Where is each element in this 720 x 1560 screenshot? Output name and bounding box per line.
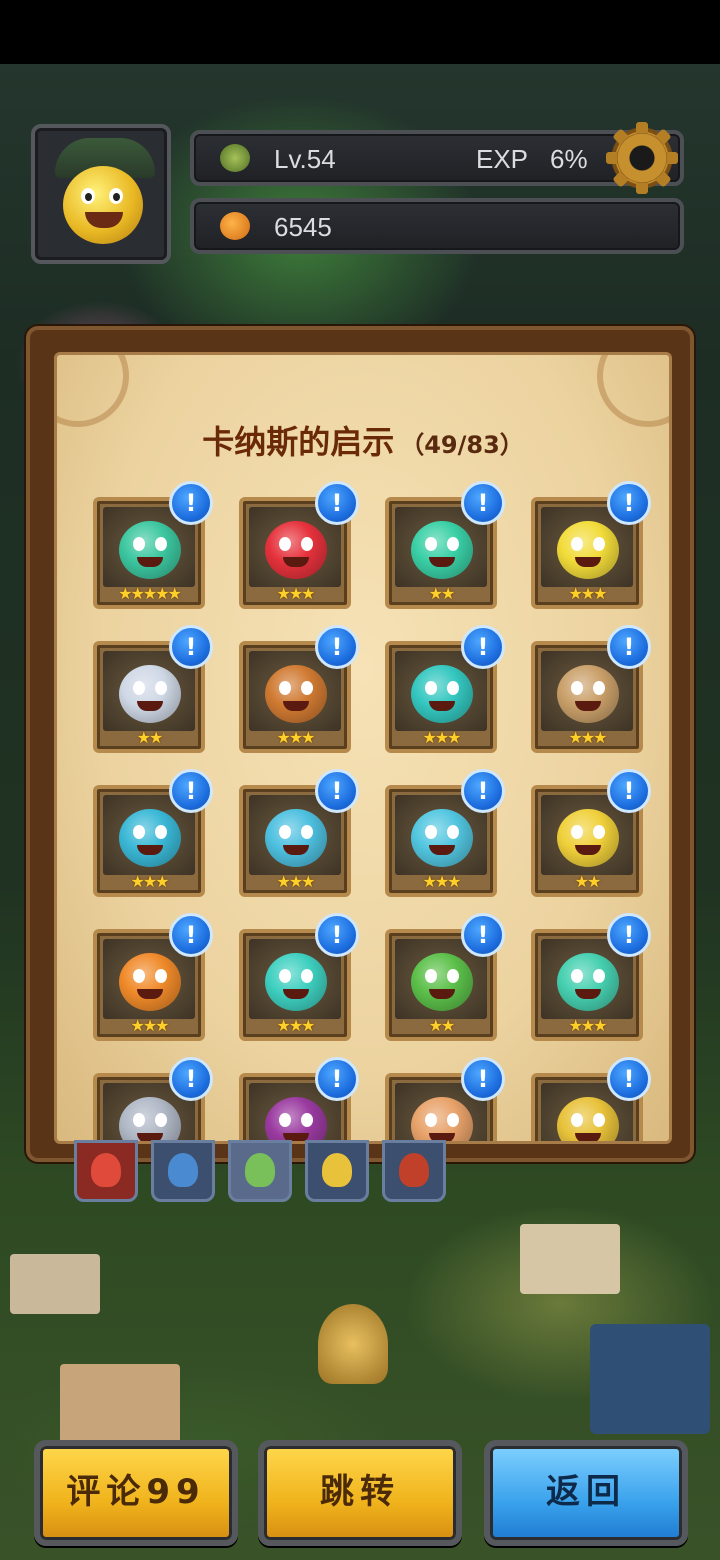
red-monster-tab-icon: [399, 1153, 429, 1187]
monster-portrait: [411, 953, 473, 1011]
mixed-monsters-tab-icon: [91, 1153, 121, 1187]
new-info-badge-icon[interactable]: !: [315, 1057, 359, 1101]
monster-portrait: [119, 521, 181, 579]
new-info-badge-icon[interactable]: !: [315, 769, 359, 813]
star-rating: ★★★: [276, 1016, 315, 1035]
level-leaf-icon: [220, 144, 250, 172]
new-info-badge-icon[interactable]: !: [169, 913, 213, 957]
exp-value: 6%: [550, 144, 588, 174]
new-info-badge-icon[interactable]: !: [169, 1057, 213, 1101]
new-info-badge-icon[interactable]: !: [169, 769, 213, 813]
monster-portrait: [265, 521, 327, 579]
star-rating: ★★: [574, 872, 602, 891]
level-text: Lv.54: [274, 144, 336, 174]
corner-ornament-right: [597, 355, 669, 427]
star-rating: ★★★: [276, 872, 315, 891]
monster-portrait: [557, 953, 619, 1011]
monster-portrait: [119, 665, 181, 723]
star-rating: ★★★: [276, 584, 315, 603]
monster-portrait: [265, 953, 327, 1011]
collection-count: （49/83）: [400, 431, 524, 459]
star-rating: ★★: [428, 584, 456, 603]
star-rating: ★★: [136, 728, 164, 747]
new-info-badge-icon[interactable]: !: [461, 481, 505, 525]
new-info-badge-icon[interactable]: !: [461, 1057, 505, 1101]
star-rating: ★★★: [422, 728, 461, 747]
star-rating: ★★★: [422, 872, 461, 891]
star-rating: ★★★★★: [118, 584, 182, 603]
new-info-badge-icon[interactable]: !: [169, 481, 213, 525]
new-info-badge-icon[interactable]: !: [607, 1057, 651, 1101]
category-tab[interactable]: [305, 1140, 369, 1202]
yellow-monster-tab-icon: [322, 1153, 352, 1187]
monster-portrait: [557, 809, 619, 867]
panel-title-text: 卡纳斯的启示: [202, 423, 395, 461]
new-info-badge-icon[interactable]: !: [169, 625, 213, 669]
player-avatar[interactable]: [31, 124, 171, 264]
category-tab[interactable]: [382, 1140, 446, 1202]
collection-panel: 卡纳斯的启示 （49/83） ★★★★★! ★★★! ★★! ★★★! ★★! ★★★! ★★…: [26, 326, 694, 1162]
category-tab[interactable]: [74, 1140, 138, 1202]
new-info-badge-icon[interactable]: !: [461, 769, 505, 813]
jump-button[interactable]: 跳转: [258, 1440, 462, 1546]
star-rating: ★★★: [568, 1016, 607, 1035]
gold-amount: 6545: [274, 212, 332, 242]
green-monster-tab-icon: [245, 1153, 275, 1187]
star-rating: ★★: [428, 1016, 456, 1035]
panel-title: 卡纳斯的启示 （49/83）: [57, 417, 669, 463]
exp-label: EXP: [476, 144, 529, 174]
golden-statue: [318, 1304, 388, 1384]
monster-grid[interactable]: ★★★★★! ★★★! ★★! ★★★! ★★! ★★★! ★★★! ★★★! ★★★! ★★★!…: [91, 473, 651, 1141]
monster-portrait: [265, 665, 327, 723]
house-right: [520, 1224, 620, 1294]
new-info-badge-icon[interactable]: !: [607, 625, 651, 669]
star-rating: ★★★: [130, 1016, 169, 1035]
back-button[interactable]: 返回: [484, 1440, 688, 1546]
fruit-currency-icon: [220, 212, 250, 240]
settings-gear-icon[interactable]: [606, 122, 678, 194]
panel-parchment: 卡纳斯的启示 （49/83） ★★★★★! ★★★! ★★! ★★★! ★★! ★★★! ★★…: [54, 352, 672, 1144]
avatar-face: [63, 166, 143, 244]
new-info-badge-icon[interactable]: !: [607, 913, 651, 957]
comment-button[interactable]: 评论99: [34, 1440, 238, 1546]
new-info-badge-icon[interactable]: !: [461, 625, 505, 669]
corner-ornament-left: [57, 355, 129, 427]
house-left: [10, 1254, 100, 1314]
new-info-badge-icon[interactable]: !: [315, 481, 359, 525]
star-rating: ★★★: [276, 728, 315, 747]
new-info-badge-icon[interactable]: !: [607, 769, 651, 813]
monster-portrait: [557, 521, 619, 579]
house-bottom-right: [590, 1324, 710, 1434]
category-tab[interactable]: [151, 1140, 215, 1202]
new-info-badge-icon[interactable]: !: [461, 913, 505, 957]
star-rating: ★★★: [568, 728, 607, 747]
monster-portrait: [119, 953, 181, 1011]
blue-monster-tab-icon: [168, 1153, 198, 1187]
star-rating: ★★★: [568, 584, 607, 603]
monster-portrait: [265, 809, 327, 867]
new-info-badge-icon[interactable]: !: [315, 625, 359, 669]
monster-portrait: [119, 809, 181, 867]
gold-bar: 6545: [190, 198, 684, 254]
monster-portrait: [411, 665, 473, 723]
star-rating: ★★★: [130, 872, 169, 891]
new-info-badge-icon[interactable]: !: [315, 913, 359, 957]
monster-portrait: [411, 521, 473, 579]
category-tab[interactable]: [228, 1140, 292, 1202]
new-info-badge-icon[interactable]: !: [607, 481, 651, 525]
monster-portrait: [411, 809, 473, 867]
monster-portrait: [557, 665, 619, 723]
